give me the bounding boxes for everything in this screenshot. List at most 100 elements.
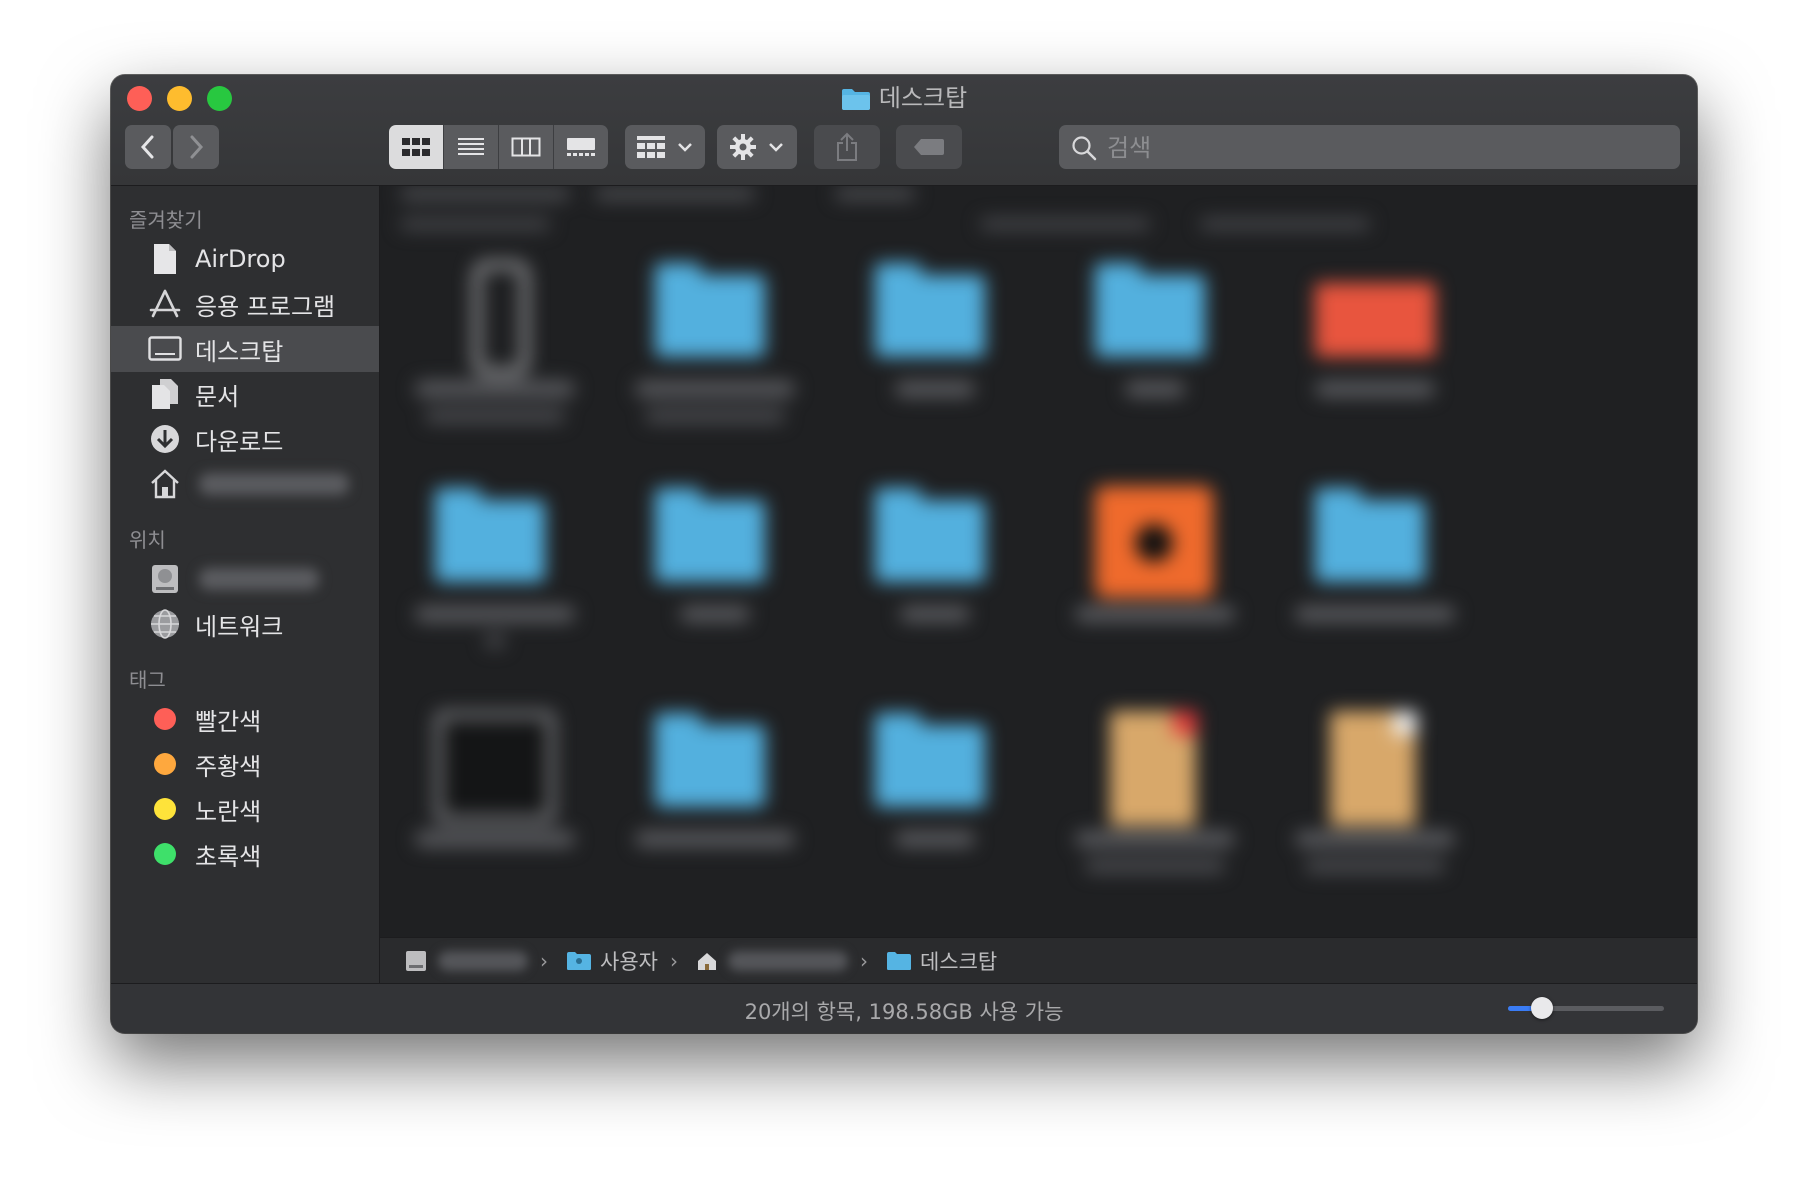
tag-button[interactable] (896, 125, 962, 169)
file-item[interactable] (1065, 486, 1245, 676)
folder-item[interactable] (1065, 261, 1245, 451)
grid-icon (402, 138, 430, 156)
sidebar-item-label: 다운로드 (195, 427, 284, 456)
folder-item[interactable] (625, 486, 805, 676)
back-button[interactable] (125, 125, 171, 169)
folder-icon (567, 952, 591, 970)
airdrop-icon (145, 239, 185, 279)
gallery-view-button[interactable] (554, 125, 608, 169)
group-by-button[interactable] (625, 125, 705, 169)
tag-dot-icon (154, 753, 176, 775)
desktop-icon (145, 329, 185, 369)
path-separator-icon: › (859, 949, 868, 973)
folder-item[interactable] (845, 711, 1025, 901)
chevron-right-icon (190, 135, 204, 159)
sidebar-tag-orange[interactable]: 주황색 (111, 741, 379, 787)
window-title-text: 데스크탑 (878, 84, 968, 112)
disk-icon (406, 951, 426, 971)
share-button[interactable] (814, 125, 880, 169)
forward-button[interactable] (173, 125, 219, 169)
finder-window: 데스크탑 검색 즐겨찾기 AirDrop 응용 프로그램 데스크탑 문서 다운로… (111, 75, 1697, 1033)
path-label: 사용자 (600, 950, 658, 974)
folder-icon (886, 952, 911, 970)
applications-icon (145, 284, 185, 324)
path-separator-icon: › (669, 949, 678, 973)
sidebar-tag-red[interactable]: 빨간색 (111, 696, 379, 742)
tags-header: 태그 (129, 668, 166, 692)
search-icon (1072, 136, 1097, 161)
path-segment-users[interactable]: 사용자 (566, 946, 658, 976)
chevron-down-icon (678, 143, 692, 152)
network-icon (145, 604, 185, 644)
locations-header: 위치 (129, 528, 166, 552)
icon-size-slider[interactable] (1508, 997, 1664, 1019)
folder-icon (841, 87, 871, 118)
sidebar-tag-yellow[interactable]: 노란색 (111, 786, 379, 832)
sidebar-item-home[interactable] (111, 461, 379, 507)
grid-icon (637, 136, 665, 158)
sidebar: 즐겨찾기 AirDrop 응용 프로그램 데스크탑 문서 다운로드 위치 네트워… (111, 186, 380, 986)
folder-item[interactable] (845, 261, 1025, 451)
search-input[interactable] (1105, 125, 1669, 171)
icon-view-button[interactable] (389, 125, 444, 169)
path-segment-desktop[interactable]: 데스크탑 (886, 946, 997, 976)
folder-item[interactable] (625, 711, 805, 901)
file-item[interactable] (1285, 261, 1465, 451)
sidebar-tag-green[interactable]: 초록색 (111, 831, 379, 877)
path-segment-home[interactable] (696, 950, 848, 972)
file-grid-blurred (380, 186, 1697, 937)
sidebar-item-label: 초록색 (195, 842, 262, 871)
sidebar-item-disk[interactable] (111, 556, 379, 602)
file-item[interactable] (405, 261, 585, 451)
sidebar-item-desktop[interactable]: 데스크탑 (111, 326, 379, 372)
gallery-icon (567, 138, 595, 156)
file-item[interactable] (405, 711, 585, 901)
sidebar-item-label: 데스크탑 (195, 337, 284, 366)
path-segment-disk[interactable] (404, 949, 528, 973)
sidebar-item-label: 노란색 (195, 797, 262, 826)
window-title: 데스크탑 (111, 83, 1697, 118)
file-item[interactable] (1065, 711, 1245, 901)
folder-item[interactable] (845, 486, 1025, 676)
status-bar: 20개의 항목, 198.58GB 사용 가능 (111, 983, 1697, 1033)
sidebar-item-airdrop[interactable]: AirDrop (111, 236, 379, 282)
sidebar-item-label: 네트워크 (195, 612, 284, 641)
chevron-down-icon (769, 143, 783, 152)
sidebar-item-label-redacted (199, 568, 319, 590)
path-label: 데스크탑 (919, 950, 998, 974)
view-mode-segment (389, 125, 608, 169)
tag-dot-icon (154, 708, 176, 730)
sidebar-item-label-redacted (199, 473, 349, 495)
list-icon (458, 138, 484, 155)
tag-dot-icon (154, 798, 176, 820)
gear-icon (730, 134, 756, 160)
search-field[interactable] (1059, 125, 1680, 171)
action-menu-button[interactable] (717, 125, 797, 169)
favorites-header: 즐겨찾기 (129, 208, 203, 232)
folder-item[interactable] (625, 261, 805, 451)
home-icon (145, 464, 185, 504)
home-icon (697, 953, 716, 970)
sidebar-item-network[interactable]: 네트워크 (111, 601, 379, 647)
chevron-left-icon (140, 135, 154, 159)
sidebar-item-documents[interactable]: 문서 (111, 371, 379, 417)
list-view-button[interactable] (444, 125, 499, 169)
toolbar: 데스크탑 (111, 75, 1697, 186)
sidebar-item-label: AirDrop (195, 245, 286, 273)
disk-icon (145, 559, 185, 599)
tag-icon (914, 139, 944, 155)
document-icon (145, 374, 185, 414)
sidebar-item-applications[interactable]: 응용 프로그램 (111, 281, 379, 327)
sidebar-item-label: 주황색 (195, 752, 262, 781)
share-icon (837, 132, 857, 161)
sidebar-item-label: 문서 (195, 382, 240, 411)
columns-icon (511, 137, 541, 157)
sidebar-item-downloads[interactable]: 다운로드 (111, 416, 379, 462)
download-icon (145, 419, 185, 459)
folder-item[interactable] (405, 486, 585, 676)
column-view-button[interactable] (499, 125, 554, 169)
file-grid (380, 186, 1697, 937)
file-item[interactable] (1285, 711, 1465, 901)
status-text: 20개의 항목, 198.58GB 사용 가능 (744, 1000, 1064, 1024)
folder-item[interactable] (1285, 486, 1465, 676)
